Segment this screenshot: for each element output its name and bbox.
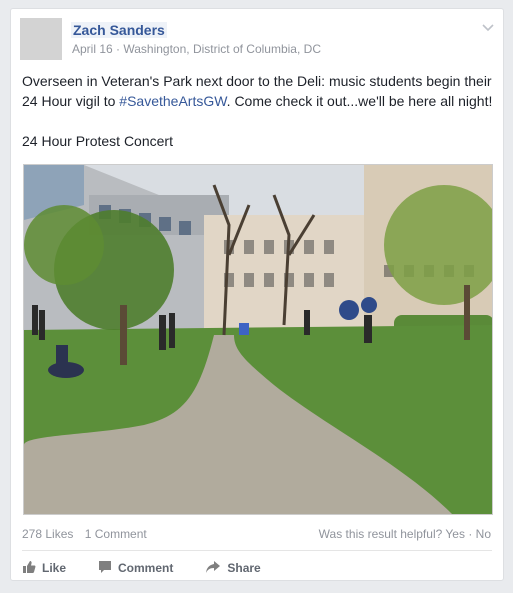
share-label: Share	[227, 561, 261, 575]
hashtag-link[interactable]: #SavetheArtsGW	[119, 93, 226, 109]
share-icon	[205, 560, 227, 577]
like-button[interactable]: Like	[22, 560, 66, 577]
post-photo[interactable]	[23, 164, 493, 515]
feedback-separator: ·	[464, 527, 476, 541]
post-location[interactable]: Washington, District of Columbia, DC	[123, 42, 321, 56]
post-text-after: . Come check it out...we'll be here all …	[226, 93, 493, 109]
divider	[22, 550, 492, 551]
like-label: Like	[42, 561, 67, 575]
feedback-no-link[interactable]: No	[476, 527, 491, 541]
comments-count[interactable]: 1 Comment	[85, 527, 147, 541]
avatar[interactable]	[20, 18, 62, 60]
post-stats: 278 Likes 1 Comment	[22, 527, 155, 541]
action-bar: Like Comment Share	[22, 558, 293, 578]
feedback-prompt: Was this result helpful? Yes · No	[319, 527, 491, 541]
post-meta: April 16 · Washington, District of Colum…	[72, 42, 321, 56]
comment-button[interactable]: Comment	[98, 560, 173, 577]
likes-count[interactable]: 278 Likes	[22, 527, 73, 541]
post-card: Zach Sanders April 16 · Washington, Dist…	[10, 8, 504, 581]
meta-separator: ·	[112, 42, 124, 56]
like-icon	[22, 560, 42, 577]
post-date[interactable]: April 16	[72, 42, 113, 56]
share-button[interactable]: Share	[205, 560, 261, 577]
author-name-link[interactable]: Zach Sanders	[71, 22, 167, 38]
comment-icon	[98, 560, 118, 577]
post-text: Overseen in Veteran's Park next door to …	[22, 71, 496, 111]
comment-label: Comment	[118, 561, 174, 575]
attachment-title: 24 Hour Protest Concert	[22, 133, 173, 149]
feedback-question: Was this result helpful?	[318, 527, 443, 541]
feedback-yes-link[interactable]: Yes	[445, 527, 465, 541]
chevron-down-icon[interactable]	[481, 21, 495, 35]
